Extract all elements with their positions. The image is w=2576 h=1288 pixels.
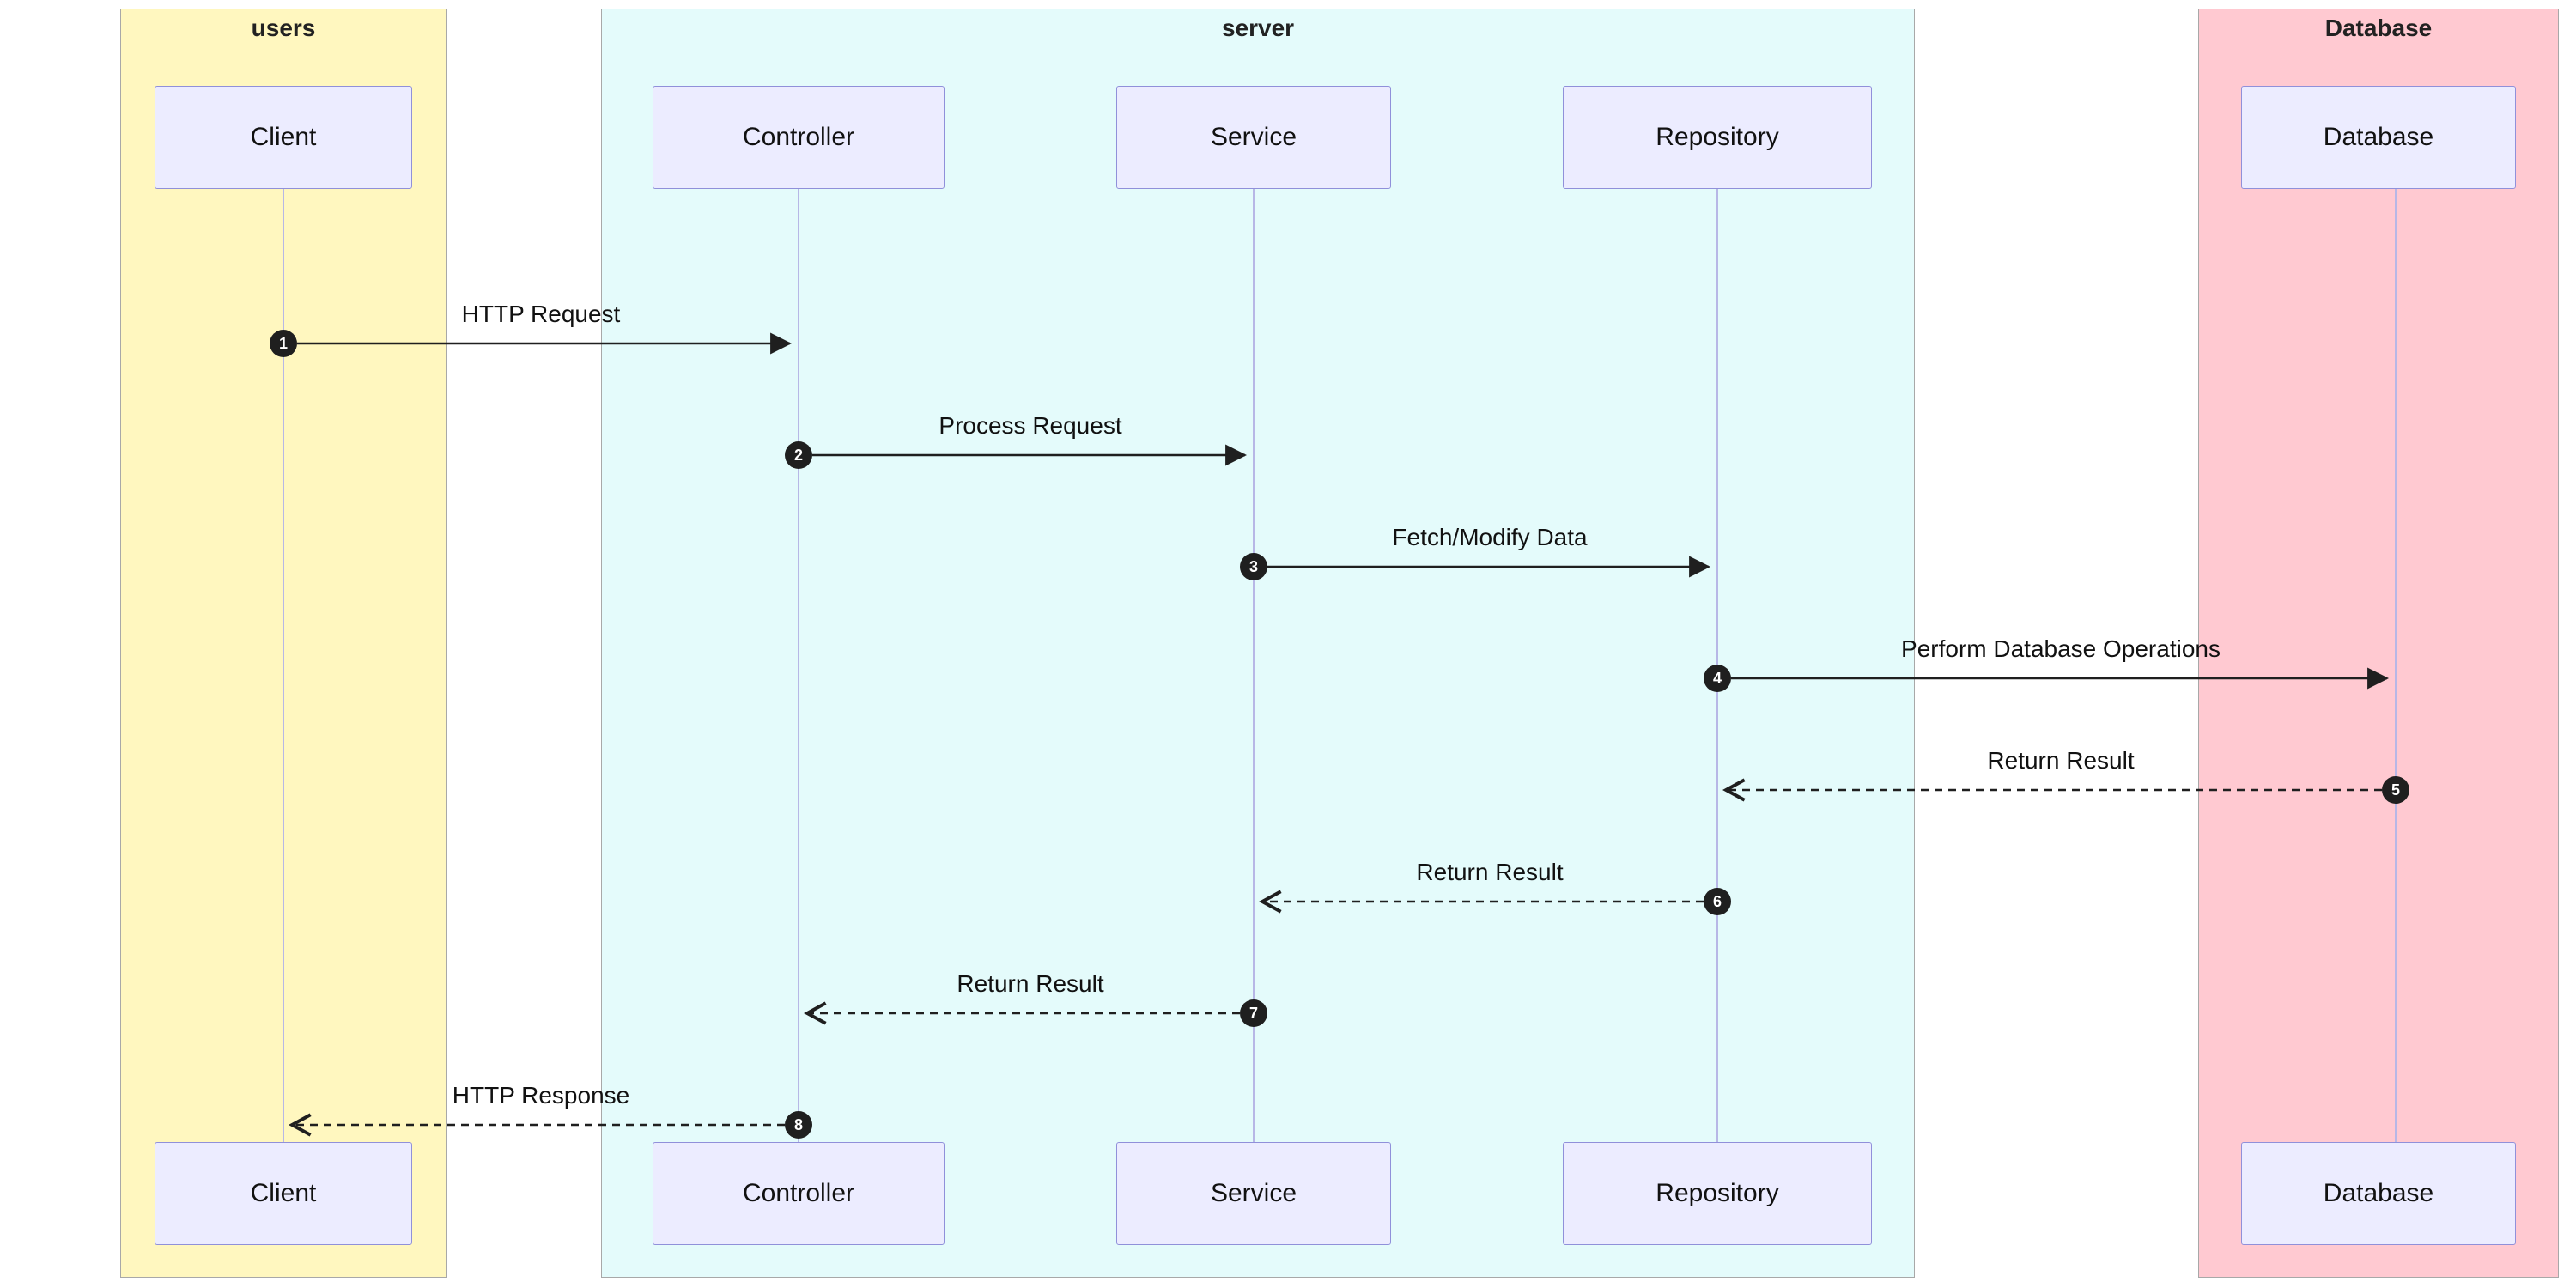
participant-repository-bottom: Repository	[1563, 1142, 1872, 1245]
participant-repository-top: Repository	[1563, 86, 1872, 189]
msg8-label: HTTP Response	[301, 1082, 781, 1109]
step-6-badge: 6	[1704, 888, 1731, 915]
participant-label: Database	[2324, 123, 2433, 152]
step-1-badge: 1	[270, 330, 297, 357]
step-4-badge: 4	[1704, 665, 1731, 692]
participant-label: Repository	[1656, 123, 1778, 152]
msg7-label: Return Result	[816, 970, 1245, 998]
group-users-title: users	[121, 15, 446, 42]
participant-label: Service	[1211, 1179, 1297, 1208]
participant-label: Client	[251, 123, 317, 152]
participant-client-top: Client	[155, 86, 412, 189]
step-2-badge: 2	[785, 441, 812, 469]
participant-service-bottom: Service	[1116, 1142, 1391, 1245]
group-server-title: server	[602, 15, 1914, 42]
participant-label: Controller	[743, 1179, 854, 1208]
lifeline-controller	[798, 189, 799, 1142]
sequence-diagram: users server Database Client Controller …	[0, 0, 2576, 1288]
participant-database-bottom: Database	[2241, 1142, 2516, 1245]
msg1-label: HTTP Request	[301, 301, 781, 328]
group-database-title: Database	[2199, 15, 2558, 42]
lifeline-database	[2395, 189, 2397, 1142]
step-3-badge: 3	[1240, 553, 1267, 580]
participant-label: Repository	[1656, 1179, 1778, 1208]
participant-label: Client	[251, 1179, 317, 1208]
msg3-label: Fetch/Modify Data	[1271, 524, 1709, 551]
participant-database-top: Database	[2241, 86, 2516, 189]
msg4-label: Perform Database Operations	[1735, 635, 2387, 663]
msg2-label: Process Request	[816, 412, 1245, 440]
step-5-badge: 5	[2382, 776, 2409, 804]
participant-controller-bottom: Controller	[653, 1142, 945, 1245]
participant-controller-top: Controller	[653, 86, 945, 189]
participant-client-bottom: Client	[155, 1142, 412, 1245]
participant-label: Database	[2324, 1179, 2433, 1208]
msg6-label: Return Result	[1271, 859, 1709, 886]
msg5-label: Return Result	[1735, 747, 2387, 775]
step-8-badge: 8	[785, 1111, 812, 1139]
participant-label: Controller	[743, 123, 854, 152]
participant-service-top: Service	[1116, 86, 1391, 189]
participant-label: Service	[1211, 123, 1297, 152]
step-7-badge: 7	[1240, 999, 1267, 1027]
